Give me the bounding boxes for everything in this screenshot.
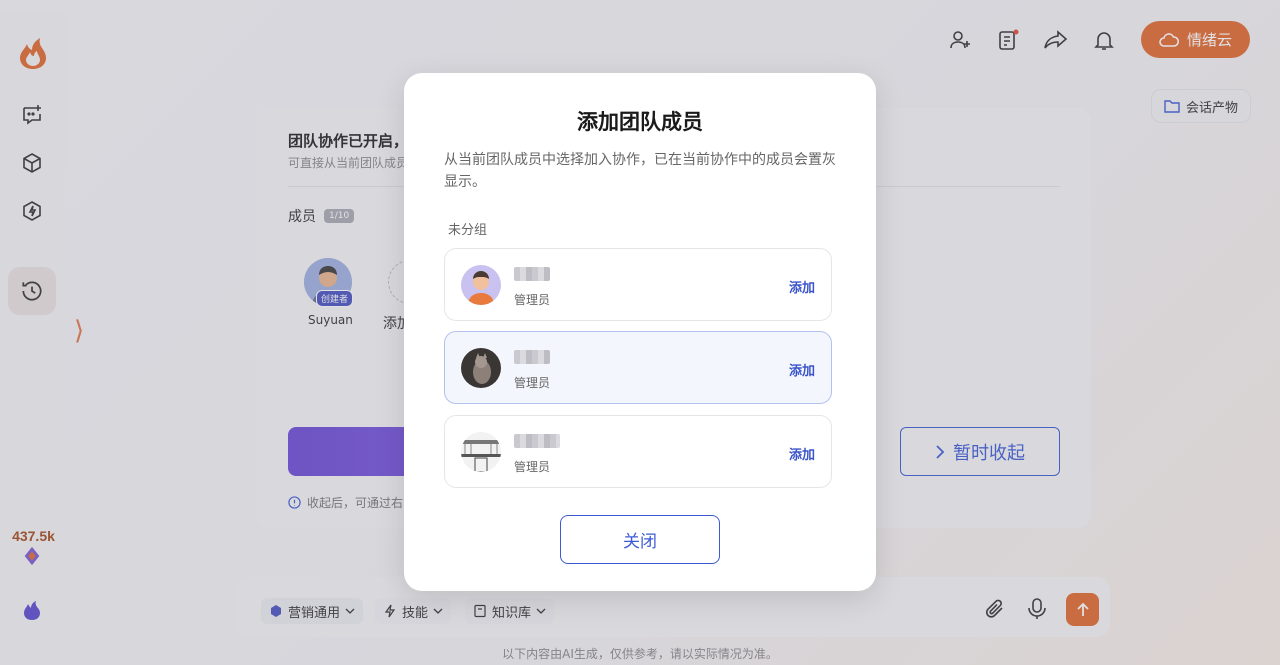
close-button[interactable]: 关闭 [560, 515, 720, 564]
add-team-member-dialog: 添加团队成员 从当前团队成员中选择加入协作，已在当前协作中的成员会置灰显示。 未… [404, 73, 876, 591]
member-name-redacted [514, 267, 550, 281]
group-label: 未分组 [448, 223, 488, 238]
dialog-title: 添加团队成员 [577, 110, 703, 134]
avatar [461, 265, 501, 305]
list-item: 管理员 添加 [444, 415, 832, 488]
add-member-link[interactable]: 添加 [789, 277, 815, 296]
member-role: 管理员 [514, 376, 551, 390]
member-name-redacted [514, 434, 560, 448]
member-role: 管理员 [514, 460, 551, 474]
member-role: 管理员 [514, 293, 551, 307]
list-item: 管理员 添加 [444, 248, 832, 321]
member-name-redacted [514, 350, 550, 364]
add-member-link[interactable]: 添加 [789, 444, 815, 463]
list-item: 管理员 添加 [444, 331, 832, 404]
avatar [461, 432, 501, 472]
avatar [461, 348, 501, 388]
dialog-description: 从当前团队成员中选择加入协作，已在当前协作中的成员会置灰显示。 [444, 152, 836, 190]
add-member-link[interactable]: 添加 [789, 360, 815, 379]
